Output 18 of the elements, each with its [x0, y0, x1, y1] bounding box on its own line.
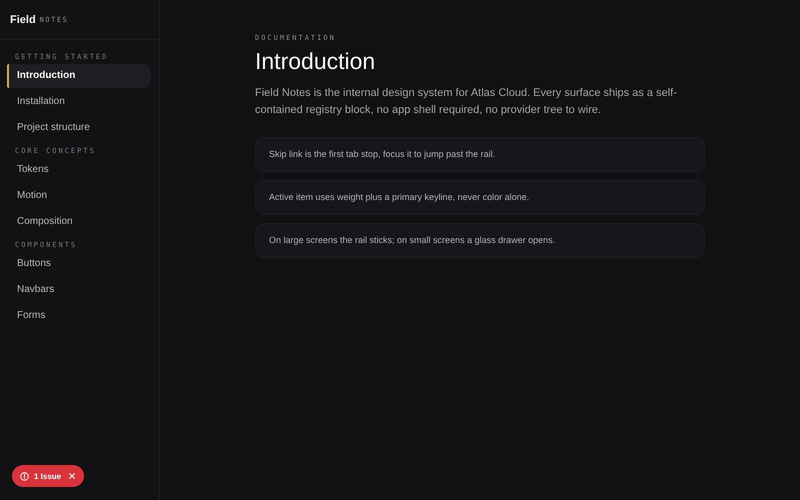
brand-name: Field: [10, 14, 36, 26]
note-card: Active item uses weight plus a primary keyline, never color alone.: [255, 180, 705, 215]
close-icon[interactable]: [68, 472, 76, 480]
nav-item[interactable]: Forms: [7, 304, 151, 328]
nav-item[interactable]: Navbars: [7, 278, 151, 302]
nav-item[interactable]: Project structure: [7, 116, 151, 140]
nav-item[interactable]: Motion: [7, 184, 151, 208]
page-title: Introduction: [255, 48, 376, 75]
alert-icon: [20, 472, 29, 480]
note-card: Skip link is the first tab stop, focus it to jump past the rail.: [255, 137, 705, 172]
issue-badge[interactable]: 1 Issue: [12, 465, 84, 487]
nav-item[interactable]: Installation: [7, 90, 151, 114]
nav-item[interactable]: Tokens: [7, 158, 151, 182]
nav-item[interactable]: Introduction: [7, 64, 151, 88]
lead-paragraph: Field Notes is the internal design system for Atlas Cloud. Every surface ships as a self-contained registry block, no app shell required, no provider tree to wire.: [255, 86, 678, 118]
nav-item[interactable]: Composition: [7, 210, 151, 234]
nav-item[interactable]: Buttons: [7, 252, 151, 276]
note-card: On large screens the rail sticks; on small screens a glass drawer opens.: [255, 223, 705, 258]
